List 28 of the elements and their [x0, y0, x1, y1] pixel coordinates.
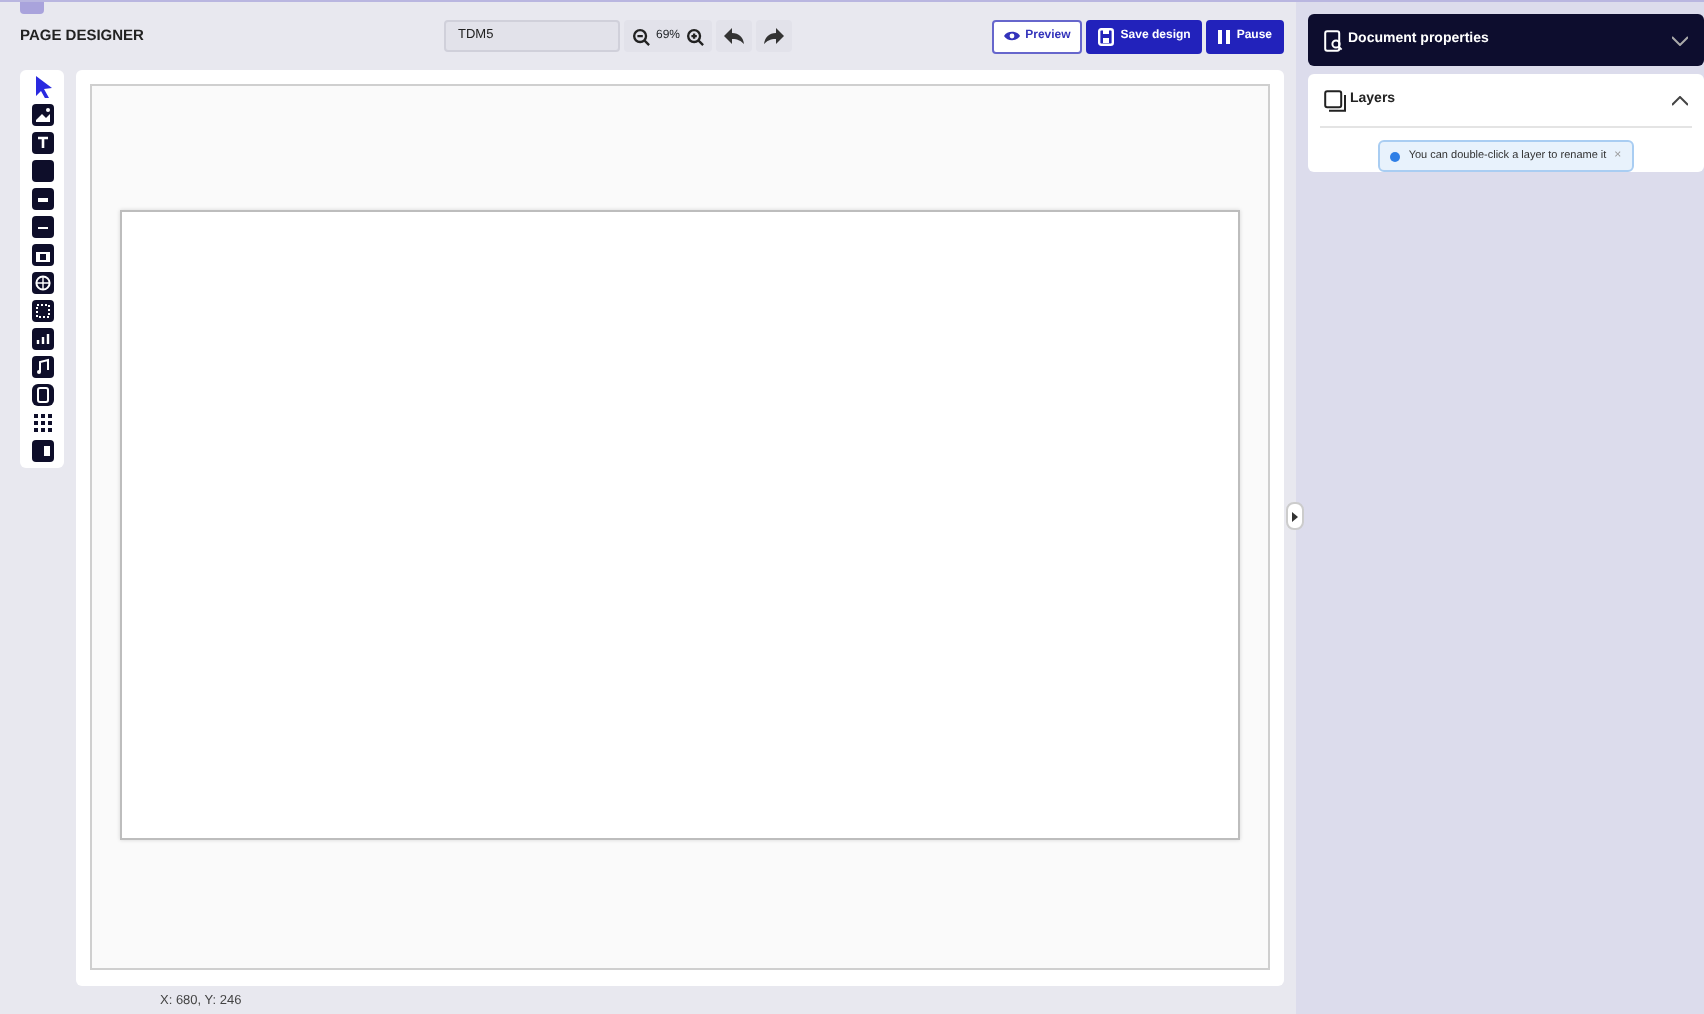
- document-icon: [1324, 29, 1344, 51]
- pointer-icon[interactable]: [31, 76, 53, 98]
- calendar-icon[interactable]: [31, 244, 53, 266]
- pause-icon: [1218, 29, 1231, 43]
- text-icon[interactable]: [31, 132, 53, 154]
- bar-chart-icon[interactable]: [31, 328, 53, 350]
- collapse-chevron[interactable]: [1672, 95, 1688, 105]
- undo-button[interactable]: [716, 20, 753, 52]
- redo-button[interactable]: [756, 20, 793, 52]
- image-icon[interactable]: [31, 104, 53, 126]
- video-icon[interactable]: [31, 384, 53, 406]
- zoom-out-icon[interactable]: [632, 27, 650, 45]
- frame-icon[interactable]: [31, 300, 53, 322]
- id-card-icon[interactable]: [31, 440, 53, 462]
- square-icon[interactable]: [31, 160, 53, 182]
- eye-icon: [1003, 30, 1020, 42]
- zoom-in-icon[interactable]: [686, 27, 705, 45]
- globe-icon[interactable]: [31, 272, 53, 294]
- redo-arrow-icon: [764, 27, 785, 44]
- expand-handle[interactable]: [1286, 502, 1304, 530]
- badge-icon[interactable]: [31, 188, 53, 210]
- undo-arrow-icon: [724, 27, 745, 44]
- layers-icon: [1324, 89, 1346, 111]
- info-dot-icon: [1390, 151, 1401, 162]
- grid-icon[interactable]: [31, 412, 53, 434]
- keyboard-icon[interactable]: [31, 216, 53, 238]
- music-note-icon[interactable]: [31, 356, 53, 378]
- expand-chevron[interactable]: [1672, 35, 1688, 45]
